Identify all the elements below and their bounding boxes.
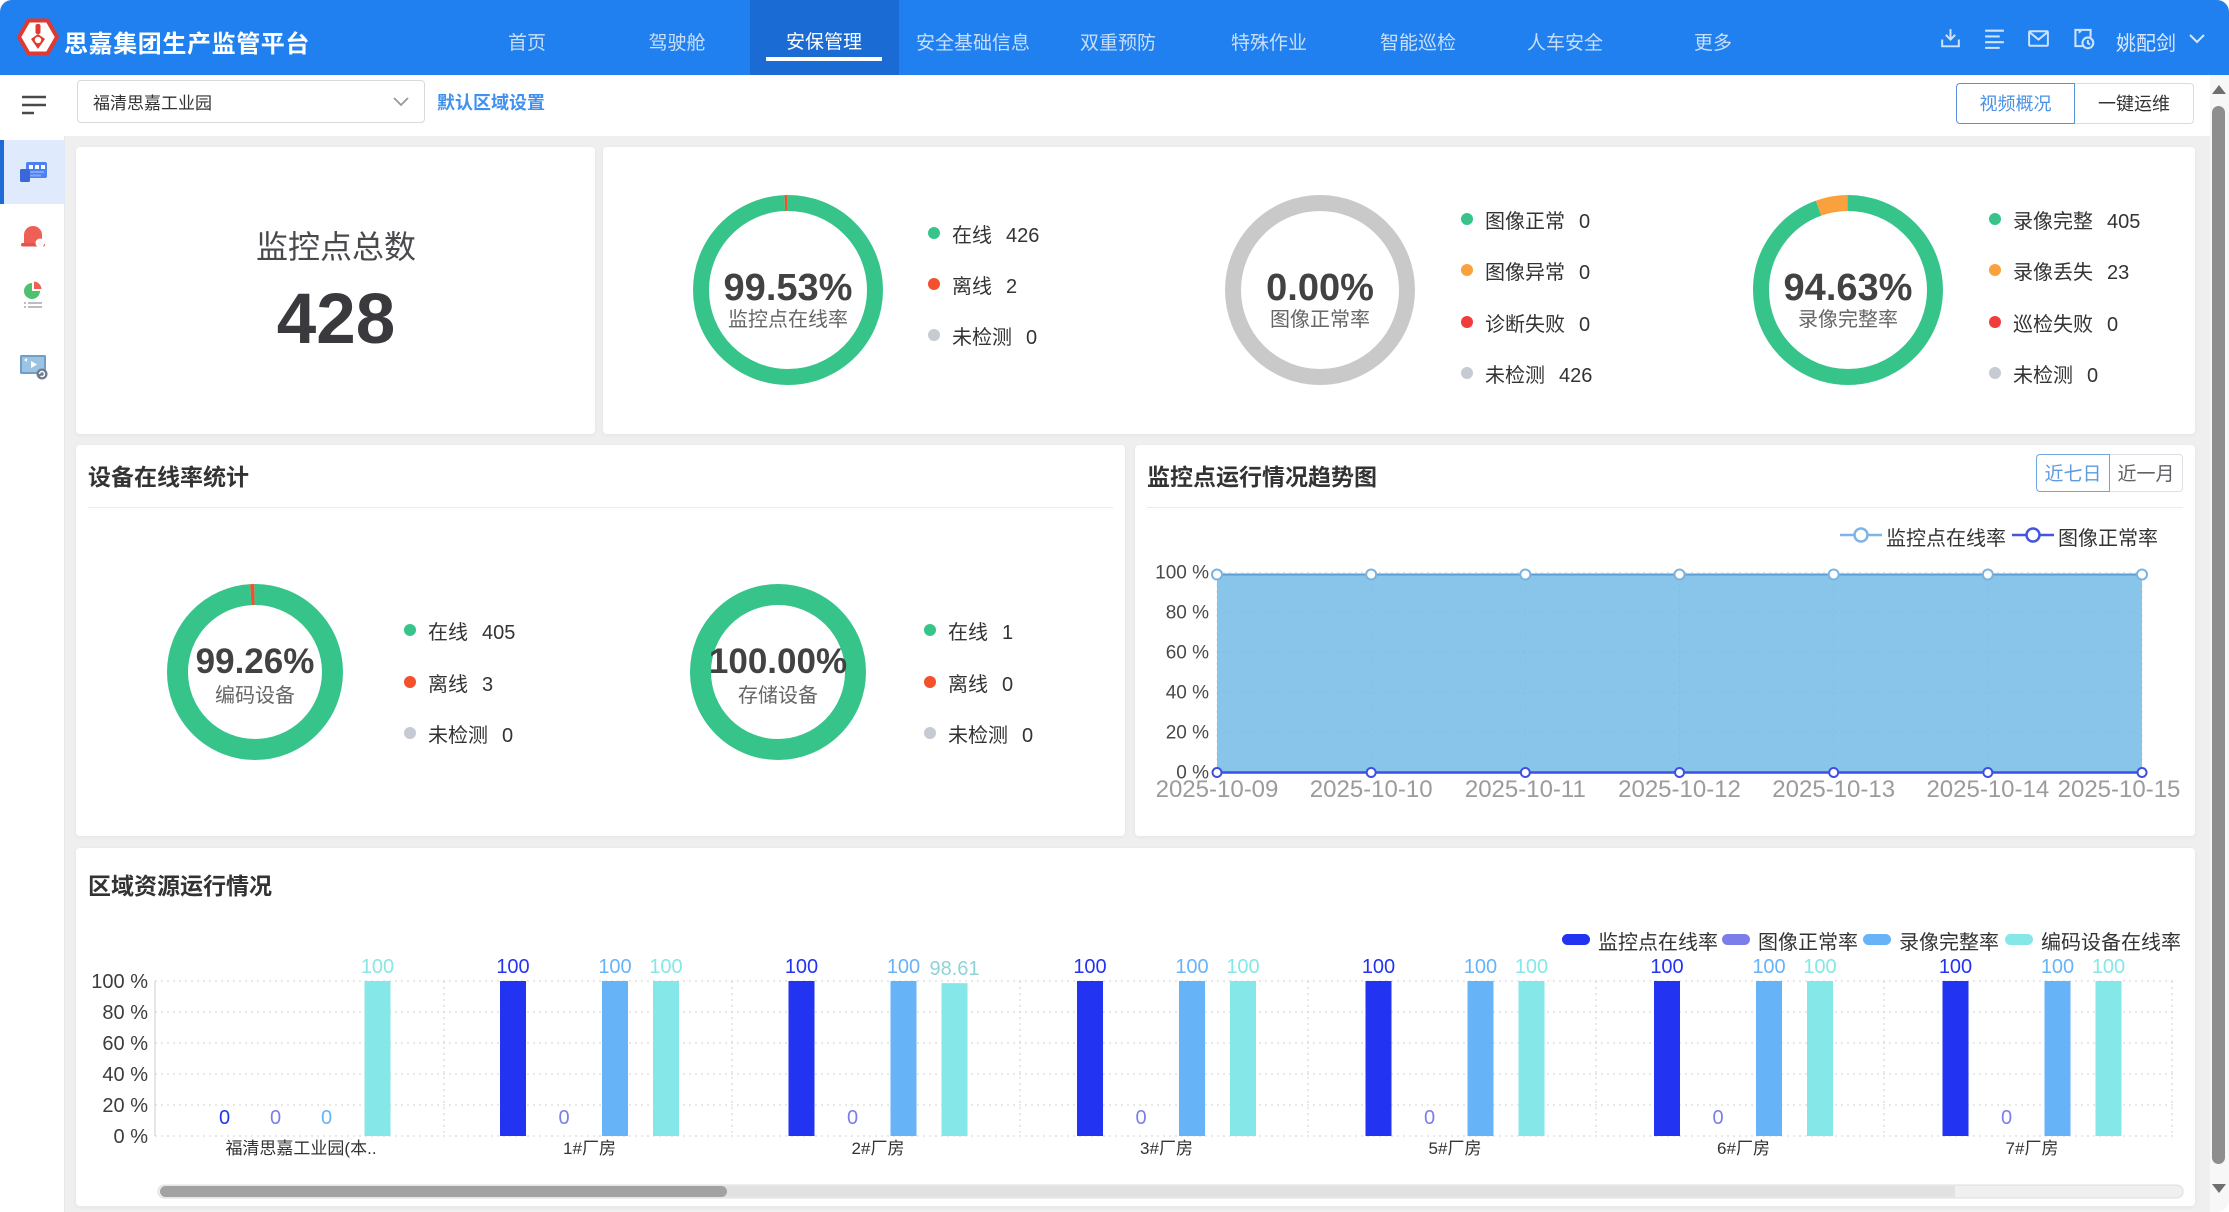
svg-text:80 %: 80 % bbox=[102, 996, 148, 1025]
svg-text:100: 100 bbox=[649, 950, 682, 979]
svg-text:100: 100 bbox=[598, 950, 631, 979]
svg-text:7#厂房: 7#厂房 bbox=[2006, 1134, 2059, 1159]
svg-text:100: 100 bbox=[1752, 950, 1785, 979]
svg-text:2025-10-15: 2025-10-15 bbox=[2058, 769, 2181, 804]
svg-text:0 %: 0 % bbox=[114, 1120, 149, 1149]
svg-text:0: 0 bbox=[558, 1101, 569, 1130]
svg-text:6#厂房: 6#厂房 bbox=[1717, 1134, 1770, 1159]
svg-text:100 %: 100 % bbox=[91, 965, 148, 994]
svg-text:0: 0 bbox=[1424, 1101, 1435, 1130]
svg-text:60 %: 60 % bbox=[102, 1027, 148, 1056]
svg-text:20 %: 20 % bbox=[1166, 718, 1209, 745]
svg-text:100: 100 bbox=[785, 950, 818, 979]
svg-text:20 %: 20 % bbox=[102, 1089, 148, 1118]
svg-text:100: 100 bbox=[1362, 950, 1395, 979]
svg-text:0: 0 bbox=[2001, 1101, 2012, 1130]
svg-text:0: 0 bbox=[321, 1101, 332, 1130]
svg-text:2025-10-13: 2025-10-13 bbox=[1772, 769, 1895, 804]
svg-text:40 %: 40 % bbox=[102, 1058, 148, 1087]
svg-text:3#厂房: 3#厂房 bbox=[1140, 1134, 1193, 1159]
svg-text:5#厂房: 5#厂房 bbox=[1429, 1134, 1482, 1159]
svg-text:2025-10-12: 2025-10-12 bbox=[1618, 769, 1741, 804]
svg-text:100: 100 bbox=[1073, 950, 1106, 979]
svg-text:0: 0 bbox=[847, 1101, 858, 1130]
svg-text:福清思嘉工业园(本..: 福清思嘉工业园(本.. bbox=[225, 1134, 376, 1159]
svg-text:1#厂房: 1#厂房 bbox=[563, 1134, 616, 1159]
svg-text:100: 100 bbox=[1464, 950, 1497, 979]
svg-text:100: 100 bbox=[1226, 950, 1259, 979]
svg-text:98.61: 98.61 bbox=[929, 952, 979, 981]
svg-text:2025-10-09: 2025-10-09 bbox=[1156, 769, 1279, 804]
svg-text:100: 100 bbox=[361, 950, 394, 979]
svg-text:2025-10-10: 2025-10-10 bbox=[1310, 769, 1433, 804]
svg-text:100: 100 bbox=[1515, 950, 1548, 979]
svg-text:100: 100 bbox=[496, 950, 529, 979]
svg-text:0: 0 bbox=[1712, 1101, 1723, 1130]
svg-text:0: 0 bbox=[270, 1101, 281, 1130]
svg-text:100: 100 bbox=[2092, 950, 2125, 979]
svg-text:2025-10-11: 2025-10-11 bbox=[1465, 769, 1586, 804]
svg-text:100: 100 bbox=[1650, 950, 1683, 979]
svg-text:100 %: 100 % bbox=[1155, 558, 1209, 585]
svg-text:40 %: 40 % bbox=[1166, 678, 1209, 705]
svg-text:100: 100 bbox=[887, 950, 920, 979]
svg-text:60 %: 60 % bbox=[1166, 638, 1209, 665]
svg-text:2025-10-14: 2025-10-14 bbox=[1926, 769, 2049, 804]
svg-text:0: 0 bbox=[219, 1101, 230, 1130]
svg-text:0: 0 bbox=[1135, 1101, 1146, 1130]
svg-text:100: 100 bbox=[2041, 950, 2074, 979]
svg-text:100: 100 bbox=[1939, 950, 1972, 979]
svg-text:2#厂房: 2#厂房 bbox=[852, 1134, 905, 1159]
svg-text:80 %: 80 % bbox=[1166, 598, 1209, 625]
svg-text:100: 100 bbox=[1803, 950, 1836, 979]
svg-text:100: 100 bbox=[1175, 950, 1208, 979]
